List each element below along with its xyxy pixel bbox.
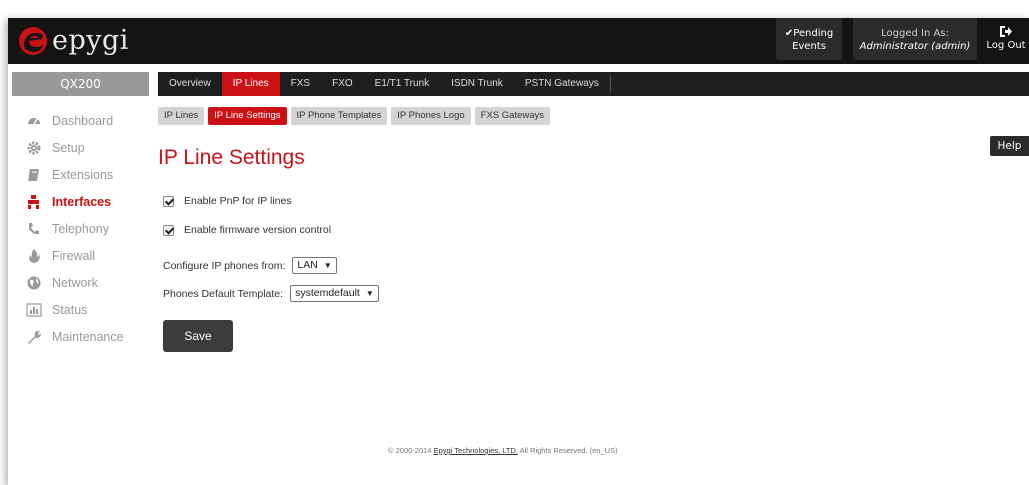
tab-fxs[interactable]: FXS [280, 72, 321, 96]
logout-icon [1000, 26, 1012, 37]
page-title: IP Line Settings [158, 146, 305, 169]
logged-in-user: Administrator (admin) [859, 41, 971, 52]
default-template-label: Phones Default Template: [163, 287, 284, 300]
configure-from-value: LAN [297, 259, 318, 271]
tab-isdn-trunk[interactable]: ISDN Trunk [440, 72, 514, 96]
sidebar-item-label: Firewall [52, 248, 96, 263]
enable-firmware-control-checkbox[interactable] [163, 224, 174, 236]
dropdown-arrow-icon: ▼ [365, 289, 374, 298]
epygi-logo-icon [19, 27, 47, 55]
pending-events-button[interactable]: ✔Pending Events [776, 18, 842, 60]
dropdown-arrow-icon: ▼ [323, 261, 332, 270]
sidebar-item-label: Interfaces [52, 194, 112, 209]
tab-divider [609, 76, 611, 92]
save-button[interactable]: Save [163, 320, 233, 352]
subtab-ip-line-settings[interactable]: IP Line Settings [208, 107, 287, 125]
sidebar-item-label: Dashboard [52, 113, 114, 128]
sidebar-item-firewall[interactable]: Firewall [8, 242, 153, 269]
globe-icon [27, 276, 41, 289]
tab-pstn-gateways[interactable]: PSTN Gateways [514, 72, 610, 96]
help-button[interactable]: Help [990, 136, 1029, 156]
tab-ip-lines[interactable]: IP Lines [221, 72, 280, 96]
logged-in-label: Logged In As: [881, 28, 949, 39]
firmware-row: Enable firmware version control [163, 224, 331, 236]
sidebar-item-status[interactable]: Status [8, 296, 153, 323]
sidebar-item-setup[interactable]: Setup [8, 134, 153, 161]
sidebar-item-label: Status [52, 302, 88, 317]
brand-name: epygi [52, 25, 129, 56]
default-template-select[interactable]: systemdefault ▼ [290, 285, 379, 302]
logout-button[interactable]: Log Out [980, 18, 1029, 60]
footer: © 2000-2014 Epygi Technologies, LTD. All… [388, 446, 618, 455]
footer-rights: All Rights Reserved. (en_US) [519, 446, 618, 455]
puzzle-icon [28, 194, 39, 209]
wrench-icon [28, 330, 42, 344]
tab-e1-t1-trunk[interactable]: E1/T1 Trunk [364, 72, 440, 96]
sidebar-item-interfaces[interactable]: Interfaces [8, 188, 153, 215]
configure-from-select[interactable]: LAN ▼ [292, 257, 337, 274]
subtab-ip-lines[interactable]: IP Lines [158, 107, 205, 125]
phone-icon [29, 222, 39, 234]
pnp-row: Enable PnP for IP lines [163, 195, 292, 207]
bar-chart-icon [26, 302, 42, 317]
enable-pnp-label: Enable PnP for IP lines [184, 195, 292, 207]
sidebar: Dashboard Setup Extensions Interfaces Te… [8, 107, 153, 350]
sidebar-item-label: Telephony [52, 221, 109, 236]
pending-label: ✔Pending [784, 28, 834, 39]
enable-pnp-checkbox[interactable] [163, 195, 174, 207]
sidebar-item-telephony[interactable]: Telephony [8, 215, 153, 242]
main-tabs: Overview IP Lines FXS FXO E1/T1 Trunk IS… [158, 72, 1029, 96]
tab-overview[interactable]: Overview [158, 72, 222, 96]
subtab-ip-phone-templates[interactable]: IP Phone Templates [290, 107, 388, 125]
device-name: QX200 [12, 72, 149, 96]
dashboard-icon [28, 117, 40, 124]
sidebar-item-label: Extensions [52, 167, 114, 182]
footer-copyright: © 2000-2014 [388, 446, 432, 455]
footer-link[interactable]: Epygi Technologies, LTD. [434, 446, 518, 455]
sidebar-item-maintenance[interactable]: Maintenance [8, 323, 153, 350]
sidebar-item-extensions[interactable]: Extensions [8, 161, 153, 188]
sub-tabs: IP Lines IP Line Settings IP Phone Templ… [158, 107, 551, 125]
configure-from-label: Configure IP phones from: [163, 259, 286, 272]
epygi-logo[interactable]: epygi [18, 22, 129, 60]
default-template-row: Phones Default Template: systemdefault ▼ [163, 285, 379, 302]
configure-from-row: Configure IP phones from: LAN ▼ [163, 257, 337, 274]
sidebar-item-dashboard[interactable]: Dashboard [8, 107, 153, 134]
logged-in-box: Logged In As: Administrator (admin) [853, 18, 977, 60]
logout-label: Log Out [986, 40, 1026, 51]
sidebar-item-network[interactable]: Network [8, 269, 153, 296]
sidebar-item-label: Setup [52, 140, 85, 155]
top-bar: epygi ✔Pending Events Logged In As: Admi… [8, 18, 1029, 64]
subtab-ip-phones-logo[interactable]: IP Phones Logo [391, 107, 471, 125]
app-frame: epygi ✔Pending Events Logged In As: Admi… [8, 18, 1029, 485]
subtab-fxs-gateways[interactable]: FXS Gateways [474, 107, 551, 125]
sidebar-item-label: Network [52, 275, 98, 290]
enable-firmware-control-label: Enable firmware version control [184, 224, 332, 236]
tab-fxo[interactable]: FXO [321, 72, 364, 96]
gear-icon [27, 141, 41, 154]
notebook-icon [28, 168, 39, 181]
flame-icon [29, 248, 40, 263]
default-template-value: systemdefault [295, 287, 360, 299]
events-label: Events [792, 41, 826, 52]
sidebar-item-label: Maintenance [52, 329, 124, 344]
